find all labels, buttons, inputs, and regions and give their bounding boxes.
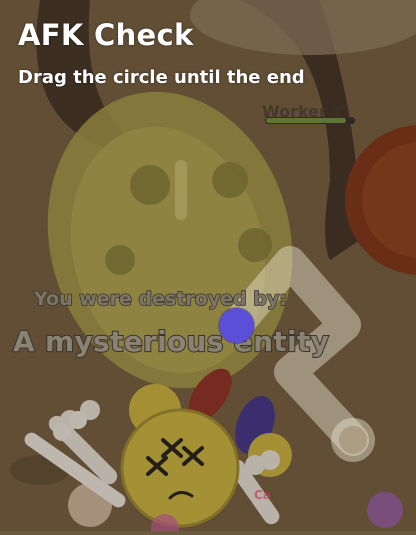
player-name-label: Worker T [262, 102, 344, 121]
afk-check-instruction: Drag the circle until the end [18, 67, 305, 88]
killer-name: A mysterious entity [12, 324, 330, 359]
track-end-hole [339, 426, 367, 454]
afk-check-title: AFK Check [18, 18, 194, 52]
destroyed-by-label: You were destroyed by: [33, 287, 287, 311]
circle-handle-icon[interactable] [219, 308, 254, 343]
mob-name-tag: Ca [254, 488, 271, 502]
